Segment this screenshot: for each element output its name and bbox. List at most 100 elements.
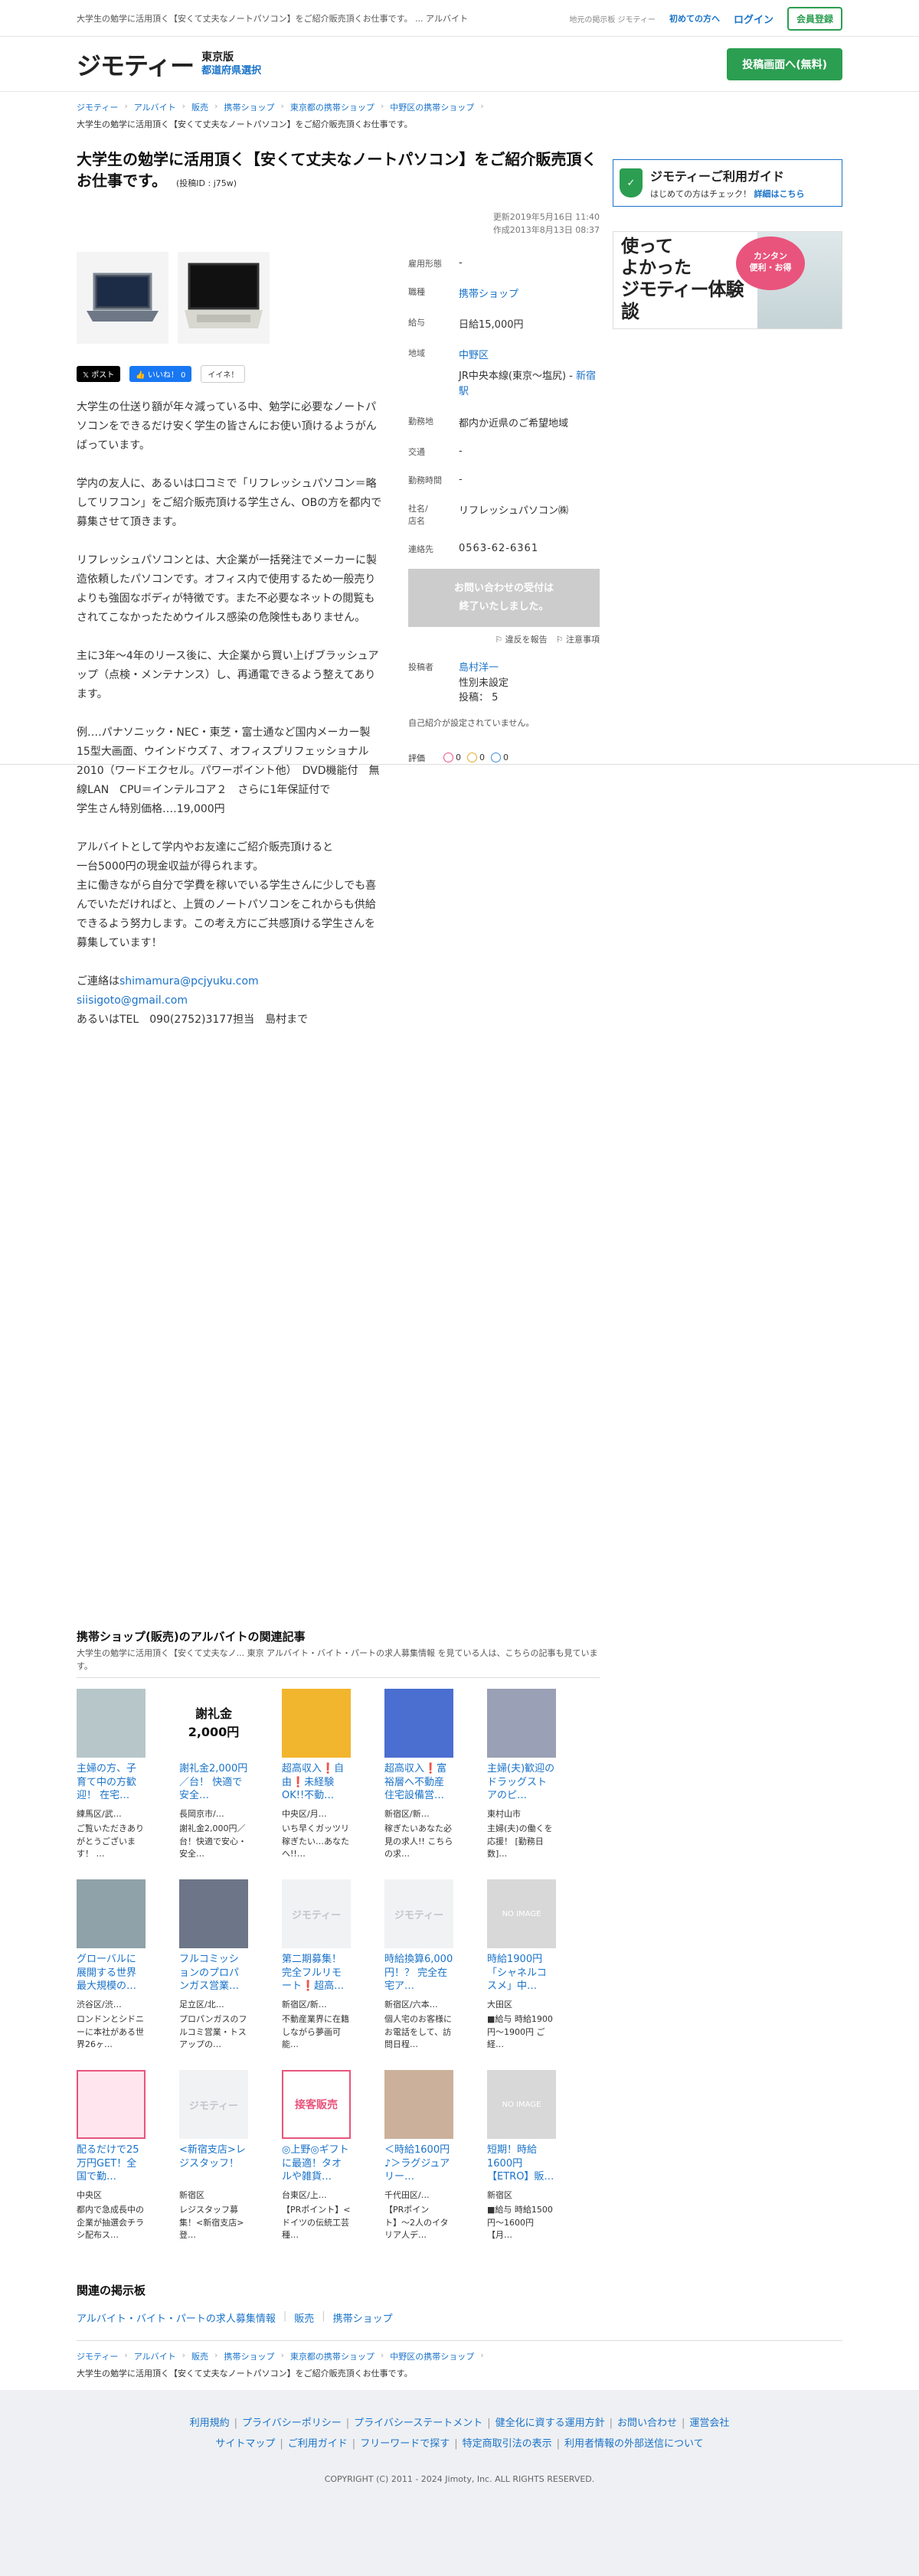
related-card[interactable]: NO IMAGE 短期！時給1600円【ETRO】販… 新宿区 ■給与 時給1500円… [487,2070,556,2242]
body-paragraph: リフレッシュパソコンとは、大企業が一括発注でメーカーに製造依頼したパソコンです。… [77,554,377,624]
related-card[interactable]: グローバルに展開する世界最大規模の… 渋谷区/渋… ロンドンとシドニーに本社がある世… [77,1879,146,2052]
info-row: 勤務時間 - [408,474,463,485]
contact-email-link[interactable]: siisigoto@gmail.com [77,994,188,1007]
footer-link[interactable]: サイトマップ [215,2438,275,2450]
body-paragraph: アルバイトとして学内やお友達にご紹介販売頂けると 一台5000円の現金収益が得ら… [77,841,377,949]
first-time-link[interactable]: 初めての方へ [669,12,720,24]
bbs-link[interactable]: アルバイト・バイト・パートの求人募集情報 [77,2310,276,2325]
breadcrumb-item[interactable]: 東京都の携帯ショップ [290,2350,374,2362]
related-card-location: 新宿区 [487,2190,512,2200]
area-link[interactable]: 中野区 [459,350,489,361]
contact-info: ご連絡はshimamura@pcjyuku.com siisigoto@gmai… [77,975,309,1026]
related-card[interactable]: 配るだけで25万円GET！全国で勤… 中央区 都内で急成長中の企業が抽選会チラシ配布… [77,2070,146,2242]
body-paragraph: 学内の友人に、あるいは口コミで「リフレッシュパソコン＝略してリフコン」をご紹介販… [77,478,382,528]
related-card[interactable]: ジモティー 第二期募集！完全フルリモート❗️超高… 新宿区/新… 不動産業界に在籍しな… [282,1879,351,2052]
related-card[interactable]: ジモティー <新宿支店>レジスタッフ！ 新宿区 レジスタッフ募集！<新宿支店>登… [179,2070,248,2242]
breadcrumb-item[interactable]: 販売 [191,2350,208,2362]
laptop-photo [87,273,159,322]
related-card[interactable]: ジモティー 時給換算6,000円！？ 完全在宅ア… 新宿区/六本… 個人宅のお客様にお… [384,1879,453,2052]
related-card[interactable]: 謝礼金 2,000円 謝礼金2,000円／台！ 快適で安全… 長岡京市/… 謝礼金2,0… [179,1689,248,1861]
related-card-title: ◎上野◎ギフトに最適！タオルや雑貨… [282,2144,349,2183]
select-prefecture-link[interactable]: 都道府県選択 [201,65,261,77]
x-post-button[interactable]: 𝕏 ポスト [77,366,121,382]
report-links[interactable]: ⚐ 違反を報告 ⚐ 注意事項 [408,633,600,645]
footer-link[interactable]: 運営会社 [689,2418,729,2429]
related-card-title: 主婦の方、子育て中の方歓迎！ 在宅… [77,1763,137,1802]
rating: 評価 0 0 0 [408,753,509,763]
footer-link[interactable]: 利用者情報の外部送信について [564,2438,704,2450]
contact-email-link[interactable]: shimamura@pcjyuku.com [119,975,259,988]
breadcrumb-item[interactable]: アルバイト [134,2350,176,2362]
footer-link[interactable]: フリーワードで探す [360,2438,450,2450]
related-card-location: 長岡京市/… [179,1809,224,1819]
poster-info: 投稿者 島村洋一 性別未設定 投稿： 5 [408,662,509,704]
breadcrumb-item[interactable]: ジモティー [77,101,118,113]
experience-banner[interactable]: 使って よかった ジモティー体験談 カンタン 便利・お得 [613,231,842,329]
footer-link[interactable]: 健全化に資する運用方針 [495,2418,605,2429]
related-desc: 大学生の勉学に活用頂く【安くて丈夫なノ... 東京 アルバイト・バイト・パートの… [77,1647,600,1678]
related-card-snippet: レジスタッフ募集！<新宿支店>登… [179,2205,244,2240]
facebook-like-button[interactable]: 👍 いいね！ 0 [129,366,192,382]
related-card[interactable]: NO IMAGE 時給1900円「シャネルコスメ」中… 大田区 ■給与 時給1900円… [487,1879,556,2052]
copyright: COPYRIGHT (C) 2011 - 2024 Jimoty, Inc. A… [324,2474,595,2484]
job-type-link[interactable]: 携帯ショップ [459,289,518,300]
related-card-snippet: 都内で急成長中の企業が抽選会チラシ配布ス… [77,2205,144,2240]
related-card[interactable]: ＜時給1600円♪＞ラグジュアリー… 千代田区/… 【PRポイント】〜2人のイタリア… [384,2070,453,2242]
footer-link[interactable]: プライバシーポリシー [242,2418,342,2429]
usage-guide-banner[interactable]: ✓ ジモティーご利用ガイド はじめての方はチェック！ 詳細はこちら [613,159,842,207]
register-button[interactable]: 会員登録 [787,6,842,31]
post-button[interactable]: 投稿画面へ(無料) [727,48,842,80]
footer: 利用規約 | プライバシーポリシー | プライバシーステートメント | 健全化に資する運用方… [0,2390,919,2576]
footer-link[interactable]: 特定商取引法の表示 [463,2438,552,2450]
related-card-location: 新宿区 [179,2190,204,2200]
info-row: 雇用形態 - [408,257,463,269]
breadcrumb-item[interactable]: 販売 [191,101,208,113]
prefecture-label: 東京版 [201,51,234,64]
related-thumbnail [179,1879,248,1948]
photo-thumbnail[interactable] [77,252,168,344]
related-card-snippet: 個人宅のお客様にお電話をして、訪問日程… [384,2014,452,2049]
breadcrumb-item[interactable]: 携帯ショップ [224,101,274,113]
breadcrumb-current: 大学生の勉学に活用頂く【安くて丈夫なノートパソコン】をご紹介販売頂くお仕事です。 [77,2369,413,2378]
related-card[interactable]: 超高収入❗️自由❗️未経験OK!!不動… 中央区/月… いち早くガッツリ稼ぎたい…あ… [282,1689,351,1861]
footer-link[interactable]: プライバシーステートメント [354,2418,482,2429]
login-link[interactable]: ログイン [734,11,773,26]
breadcrumb-item[interactable]: アルバイト [134,101,176,113]
jmty-logo[interactable]: ジモティー [77,47,195,82]
breadcrumb-item[interactable]: 東京都の携帯ショップ [290,101,374,113]
related-card[interactable]: 接客販売 ◎上野◎ギフトに最適！タオルや雑貨… 台東区/上… 【PRポイント】<ドイツ… [282,2070,351,2242]
bad-rating: 0 [491,753,509,762]
related-card-title: 第二期募集！完全フルリモート❗️超高… [282,1954,345,1993]
related-card-title: 時給換算6,000円！？ 完全在宅ア… [384,1954,453,1993]
related-card-snippet: ロンドンとシドニーに本社がある世界26ヶ… [77,2014,144,2049]
footer-link[interactable]: お問い合わせ [617,2418,677,2429]
breadcrumb-item[interactable]: 携帯ショップ [224,2350,274,2362]
related-card[interactable]: 主婦(夫)歓迎のドラッグストアのピ… 東村山市 主婦(夫)の働くを応援！ [勤務日数… [487,1689,556,1861]
related-card[interactable]: フルコミッションのプロパンガス営業… 足立区/北… プロパンガスのフルコミ営業・トス… [179,1879,248,2052]
related-card-location: 中央区/月… [282,1809,327,1819]
page-title: 大学生の勉学に活用頂く【安くて丈夫なノートパソコン】をご紹介販売頂くお仕事です。… [77,150,597,190]
breadcrumb-item[interactable]: ジモティー [77,2350,118,2362]
related-card[interactable]: 主婦の方、子育て中の方歓迎！ 在宅… 練馬区/武… ご覧いただきありがとうございます… [77,1689,146,1861]
hatena-button[interactable]: イイネ！ [201,365,246,383]
related-card-location: 千代田区/… [384,2190,430,2200]
poster-name-link[interactable]: 島村洋一 [459,662,499,674]
related-thumbnail [77,1879,146,1948]
page-tagline: 大学生の勉学に活用頂く【安くて丈夫なノートパソコン】をご紹介販売頂くお仕事です。… [77,14,468,24]
related-bbs: 関連の掲示板 アルバイト・バイト・パートの求人募集情報 | 販売 | 携帯ショップ [77,2282,842,2341]
body-paragraph: 大学生の仕送り額が年々減っている中、勉学に必要なノートパソコンをできるだけ安く学… [77,401,377,452]
good-rating: 0 [443,753,461,762]
related-card-location: 渋谷区/渋… [77,2000,122,2010]
breadcrumb-item[interactable]: 中野区の携帯ショップ [390,2350,474,2362]
bbs-link[interactable]: 販売 [294,2310,314,2325]
related-card[interactable]: 超高収入❗️富裕層へ不動産住宅設備営… 新宿区/新… 稼ぎたいあなた必見の求人!! … [384,1689,453,1861]
related-card-snippet: いち早くガッツリ稼ぎたい…あなたへ!!… [282,1823,349,1859]
breadcrumb-item[interactable]: 中野区の携帯ショップ [390,101,474,113]
normal-rating: 0 [467,753,485,762]
photo-thumbnail[interactable] [178,252,270,344]
footer-link[interactable]: ご利用ガイド [288,2438,348,2450]
bbs-link[interactable]: 携帯ショップ [333,2310,393,2325]
footer-link[interactable]: 利用規約 [190,2418,230,2429]
related-card-snippet: ご覧いただきありがとうございます！ … [77,1823,144,1859]
related-card-snippet: プロパンガスのフルコミ営業・トスアップの… [179,2014,247,2049]
